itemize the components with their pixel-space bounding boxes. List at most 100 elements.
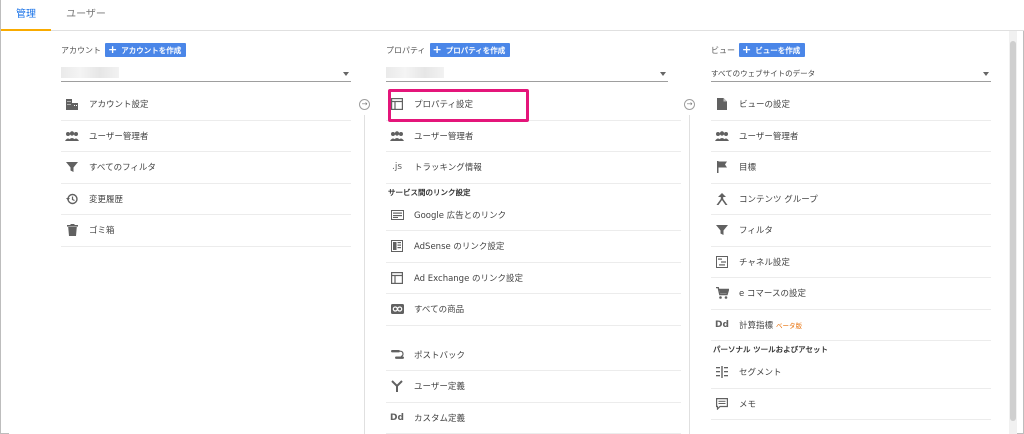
view-user-management-item[interactable]: ユーザー管理者 bbox=[711, 121, 991, 152]
channel-settings-item[interactable]: チャネル設定 bbox=[711, 247, 991, 278]
ad-exchange-icon bbox=[390, 271, 404, 285]
top-tab-bar: 管理 ユーザー bbox=[1, 0, 1024, 31]
building-icon bbox=[65, 97, 79, 111]
ecommerce-settings-label: e コマースの設定 bbox=[739, 289, 807, 300]
account-all-filters-item[interactable]: すべてのフィルタ bbox=[61, 152, 351, 184]
custom-definition-icon: Dd bbox=[390, 412, 404, 423]
account-menu: アカウント設定 ユーザー管理者 すべてのフィルタ 変更履歴 ゴミ箱 bbox=[61, 89, 351, 247]
view-filters-label: フィルタ bbox=[739, 226, 773, 237]
view-filters-item[interactable]: フィルタ bbox=[711, 215, 991, 247]
flag-icon bbox=[715, 160, 729, 174]
property-settings-label: プロパティ設定 bbox=[414, 100, 473, 111]
view-title: ビュー bbox=[711, 45, 735, 55]
column-divider bbox=[689, 115, 690, 434]
calculated-metrics-item[interactable]: Dd 計算指標 ベータ版 bbox=[711, 310, 991, 341]
memo-icon bbox=[715, 397, 729, 411]
channel-settings-icon bbox=[715, 255, 729, 269]
postback-item[interactable]: ポストバック bbox=[386, 340, 681, 371]
menu-spacer bbox=[386, 326, 681, 340]
arrow-right-icon: → bbox=[684, 99, 695, 110]
chevron-down-icon bbox=[660, 72, 666, 76]
ad-exchange-linking-item[interactable]: Ad Exchange のリンク設定 bbox=[386, 263, 681, 294]
account-selector[interactable] bbox=[61, 66, 351, 82]
account-change-history-label: 変更履歴 bbox=[89, 194, 124, 205]
adsense-linking-label: AdSense のリンク設定 bbox=[414, 242, 505, 253]
account-selected-blurred bbox=[61, 67, 119, 78]
tracking-info-item[interactable]: .js トラッキング情報 bbox=[386, 152, 681, 184]
segment-icon bbox=[715, 365, 729, 379]
ecommerce-settings-item[interactable]: e コマースの設定 bbox=[711, 278, 991, 310]
view-column: ビュー + ビューを作成 すべてのウェブサイトのデータ ビューの設定 ユーザー管… bbox=[711, 31, 1006, 434]
admin-content: アカウント + アカウントを作成 アカウント設定 ユーザー管理者 すべてのフィル… bbox=[9, 31, 1017, 434]
account-trash-item[interactable]: ゴミ箱 bbox=[61, 215, 351, 247]
account-settings-label: アカウント設定 bbox=[89, 100, 149, 111]
chevron-down-icon bbox=[343, 72, 349, 76]
user-definition-item[interactable]: ユーザー定義 bbox=[386, 371, 681, 403]
chevron-down-icon bbox=[983, 72, 989, 76]
segments-label: セグメント bbox=[739, 368, 782, 379]
create-view-button[interactable]: + ビューを作成 bbox=[739, 43, 806, 57]
beta-badge: ベータ版 bbox=[776, 321, 803, 330]
calculated-metrics-label: 計算指標 bbox=[739, 320, 774, 331]
trash-icon bbox=[65, 223, 79, 237]
tab-admin[interactable]: 管理 bbox=[1, 0, 51, 31]
scrollbar-thumb[interactable] bbox=[1010, 41, 1016, 421]
user-definition-label: ユーザー定義 bbox=[414, 382, 465, 393]
google-ads-icon bbox=[390, 208, 404, 222]
link-products-icon bbox=[390, 302, 404, 316]
users-icon bbox=[65, 129, 79, 143]
view-user-management-label: ユーザー管理者 bbox=[739, 131, 799, 142]
adsense-icon bbox=[390, 239, 404, 253]
account-settings-item[interactable]: アカウント設定 bbox=[61, 89, 351, 121]
all-products-label: すべての商品 bbox=[414, 305, 465, 316]
account-trash-label: ゴミ箱 bbox=[89, 226, 115, 237]
account-user-management-item[interactable]: ユーザー管理者 bbox=[61, 121, 351, 152]
channel-settings-label: チャネル設定 bbox=[739, 257, 790, 268]
custom-definitions-item[interactable]: Dd カスタム定義 bbox=[386, 403, 681, 434]
plus-icon: + bbox=[432, 43, 442, 56]
account-header: アカウント + アカウントを作成 bbox=[61, 43, 187, 57]
property-settings-item[interactable]: プロパティ設定 bbox=[386, 89, 681, 122]
annotations-item[interactable]: メモ bbox=[711, 389, 991, 420]
view-selector[interactable]: すべてのウェブサイトのデータ bbox=[711, 66, 991, 82]
property-selected-blurred bbox=[386, 67, 444, 78]
view-menu: ビューの設定 ユーザー管理者 目標 コンテンツ グループ フィルタ チャネル設定… bbox=[711, 89, 991, 420]
adsense-linking-item[interactable]: AdSense のリンク設定 bbox=[386, 231, 681, 263]
user-definition-icon bbox=[390, 379, 404, 393]
account-column: アカウント + アカウントを作成 アカウント設定 ユーザー管理者 すべてのフィル… bbox=[61, 31, 351, 434]
goals-item[interactable]: 目標 bbox=[711, 152, 991, 184]
property-menu: プロパティ設定 ユーザー管理者 .js トラッキング情報 サービス間のリンク設定 bbox=[386, 89, 681, 434]
google-ads-linking-item[interactable]: Google 広告とのリンク bbox=[386, 200, 681, 231]
segments-item[interactable]: セグメント bbox=[711, 357, 991, 389]
all-products-item[interactable]: すべての商品 bbox=[386, 294, 681, 326]
users-icon bbox=[715, 129, 729, 143]
account-all-filters-label: すべてのフィルタ bbox=[89, 163, 156, 174]
create-account-label: アカウントを作成 bbox=[121, 45, 182, 55]
create-account-button[interactable]: + アカウントを作成 bbox=[105, 43, 187, 57]
tab-user[interactable]: ユーザー bbox=[51, 0, 121, 31]
account-change-history-item[interactable]: 変更履歴 bbox=[61, 184, 351, 215]
document-icon bbox=[715, 97, 729, 111]
view-settings-item[interactable]: ビューの設定 bbox=[711, 89, 991, 121]
property-selector[interactable] bbox=[386, 66, 668, 82]
goals-label: 目標 bbox=[739, 163, 757, 174]
content-grouping-item[interactable]: コンテンツ グループ bbox=[711, 184, 991, 215]
property-user-management-item[interactable]: ユーザー管理者 bbox=[386, 121, 681, 152]
annotations-label: メモ bbox=[739, 399, 757, 410]
content-grouping-icon bbox=[715, 192, 729, 206]
property-header: プロパティ + プロパティを作成 bbox=[386, 43, 511, 57]
arrow-right-icon: → bbox=[359, 99, 370, 110]
personal-tools-section-label: パーソナル ツールおよびアセット bbox=[713, 345, 828, 354]
admin-frame: 管理 ユーザー アカウント + アカウントを作成 アカウント設定 ユーザー管理者… bbox=[0, 0, 1024, 434]
view-header: ビュー + ビューを作成 bbox=[711, 43, 806, 57]
postback-icon bbox=[390, 348, 404, 362]
filter-icon bbox=[715, 223, 729, 237]
vertical-scrollbar[interactable] bbox=[1009, 31, 1017, 434]
users-icon bbox=[390, 129, 404, 143]
google-ads-linking-label: Google 広告とのリンク bbox=[414, 210, 507, 221]
ad-exchange-linking-label: Ad Exchange のリンク設定 bbox=[414, 273, 523, 284]
calculated-metrics-icon: Dd bbox=[715, 319, 729, 330]
create-property-button[interactable]: + プロパティを作成 bbox=[429, 43, 511, 57]
content-grouping-label: コンテンツ グループ bbox=[739, 194, 818, 205]
custom-definitions-label: カスタム定義 bbox=[414, 413, 466, 424]
